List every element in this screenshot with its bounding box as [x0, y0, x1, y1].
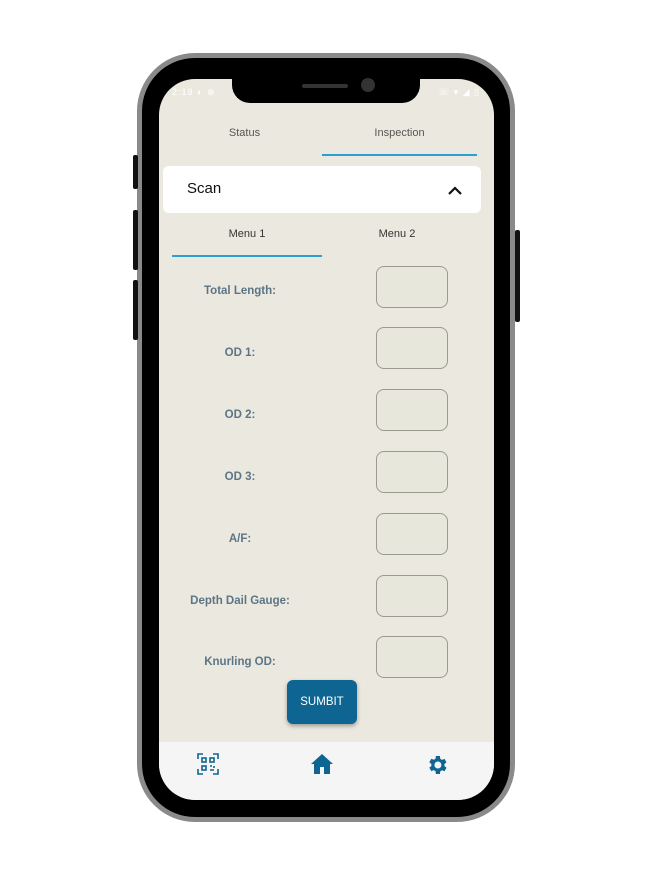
- tab-menu-2[interactable]: Menu 2: [322, 228, 472, 240]
- chevron-up-icon[interactable]: [448, 183, 462, 201]
- side-button-left-2: [133, 210, 138, 270]
- front-camera: [361, 78, 375, 92]
- scan-section-header[interactable]: Scan: [163, 166, 481, 213]
- home-icon[interactable]: [310, 753, 334, 780]
- bottom-navigation: [159, 742, 494, 800]
- label-od-2: OD 2:: [224, 409, 256, 421]
- app-screen: 2:19 ◐ ⊕ ☏ ▾ ◢ ▯ Status Inspection Scan …: [159, 79, 494, 800]
- tab-menu-1-indicator: [172, 255, 322, 257]
- label-total-length: Total Length:: [204, 285, 276, 297]
- label-depth-dail-gauge: Depth Dail Gauge:: [190, 595, 290, 607]
- af-field[interactable]: [376, 513, 448, 555]
- label-od-3: OD 3:: [224, 471, 256, 483]
- label-knurling-od: Knurling OD:: [204, 656, 276, 668]
- label-af: A/F:: [228, 533, 252, 545]
- side-button-left-3: [133, 280, 138, 340]
- qr-scan-icon[interactable]: [197, 753, 219, 780]
- submit-button[interactable]: SUMBIT: [287, 680, 357, 724]
- tab-menu-1[interactable]: Menu 1: [172, 228, 322, 240]
- depth-dail-gauge-field[interactable]: [376, 575, 448, 617]
- label-od-1: OD 1:: [224, 347, 256, 359]
- knurling-od-field[interactable]: [376, 636, 448, 678]
- total-length-field[interactable]: [376, 266, 448, 308]
- phone-notch: [232, 79, 420, 103]
- od-2-field[interactable]: [376, 389, 448, 431]
- tab-inspection[interactable]: Inspection: [322, 127, 477, 139]
- tab-status[interactable]: Status: [167, 127, 322, 139]
- od-3-field[interactable]: [376, 451, 448, 493]
- status-left-icons: ◐ ⊕: [197, 87, 216, 97]
- status-time: 2:19: [172, 87, 194, 97]
- speaker-grille: [302, 84, 348, 88]
- scan-title: Scan: [187, 180, 222, 197]
- settings-icon[interactable]: [425, 753, 449, 782]
- side-button-left-1: [133, 155, 138, 189]
- status-bar-left: 2:19 ◐ ⊕: [172, 87, 216, 98]
- tab-inspection-indicator: [322, 154, 477, 156]
- od-1-field[interactable]: [376, 327, 448, 369]
- status-bar-right: ☏ ▾ ◢ ▯: [437, 87, 480, 97]
- side-button-right: [515, 230, 520, 322]
